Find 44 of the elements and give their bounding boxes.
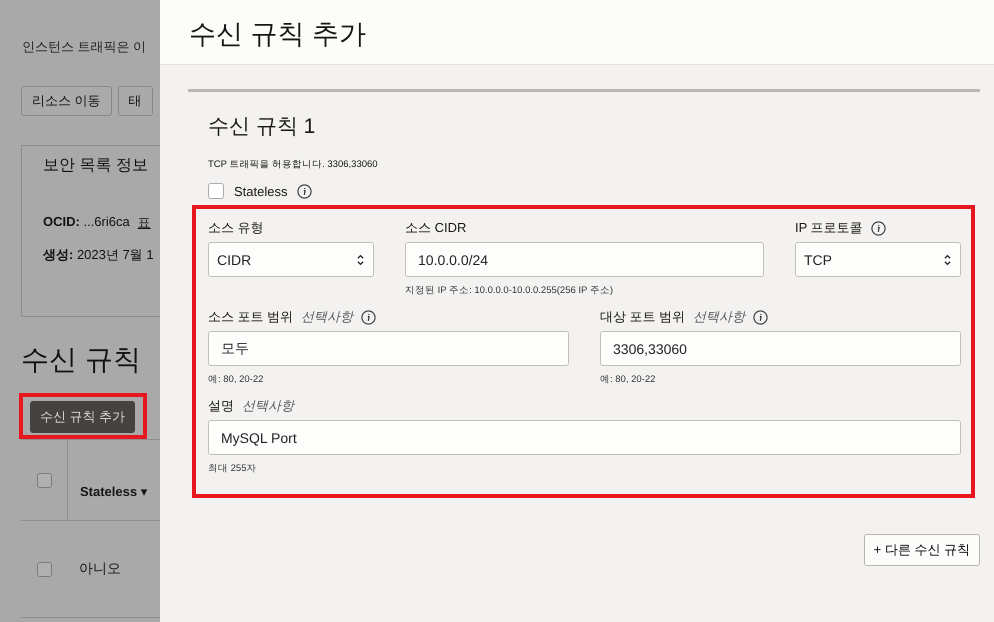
info-icon[interactable] [361, 310, 376, 324]
field-label: 소스 CIDR [405, 219, 466, 237]
optional-label: 선택사항 [301, 308, 354, 326]
description-text: 인스턴스 트래픽은 이 [22, 38, 148, 56]
info-icon[interactable] [297, 184, 312, 198]
toolbar-button[interactable]: 리소스 이동 [21, 86, 112, 116]
checkbox[interactable] [36, 562, 52, 576]
stateless-checkbox[interactable] [208, 183, 224, 199]
table-cell-text: 아니오 [78, 560, 121, 578]
field-label: 소스 포트 범위 [208, 308, 294, 326]
info-icon[interactable] [753, 310, 768, 324]
info-icon[interactable] [870, 220, 886, 236]
field-label: 대상 포트 범위 [600, 308, 686, 326]
add-another-rule-button[interactable]: + 다른 수신 규칙 [864, 534, 980, 566]
ocid-link[interactable]: 표 [138, 214, 151, 232]
section-title: 수신 규칙 [21, 343, 142, 377]
drawer-title: 수신 규칙 추가 [189, 18, 368, 51]
column-header[interactable]: Stateless ▾ [68, 460, 148, 500]
hint-text: 예: 80, 20-22 [600, 373, 656, 386]
add-rule-button[interactable]: 수신 규칙 추가 [30, 401, 136, 433]
input-field[interactable]: MySQL Port [208, 420, 961, 455]
chevron-icon [943, 252, 952, 266]
field-label: 소스 유형 [208, 219, 264, 237]
input-field[interactable]: 10.0.0.0/24 [405, 242, 764, 277]
optional-label: 선택사항 [242, 397, 294, 415]
select-field[interactable]: TCP [795, 242, 961, 277]
field-label: 설명 [208, 397, 234, 415]
optional-label: 선택사항 [693, 308, 746, 326]
input-field[interactable]: 3306,33060 [600, 331, 961, 366]
rule-summary: TCP 트래픽을 허용합니다. 3306,33060 [208, 158, 379, 171]
input-field[interactable]: 모두 [208, 331, 569, 366]
hint-text: 최대 255자 [208, 462, 258, 475]
hint-text: 지정된 IP 주소: 10.0.0.0-10.0.0.255(256 IP 주소) [405, 284, 614, 297]
ocid-text: OCID: ...6ri6ca [43, 214, 130, 231]
field-label: IP 프로토콜 [795, 219, 863, 237]
toolbar-button[interactable]: 태 [118, 86, 153, 116]
created-text: 생성: 2023년 7월 1 [43, 246, 154, 264]
hint-text: 예: 80, 20-22 [208, 373, 264, 386]
chevron-icon [356, 252, 365, 266]
stateless-label: Stateless [234, 184, 288, 198]
select-field[interactable]: CIDR [208, 242, 374, 277]
rule-title: 수신 규칙 1 [208, 114, 316, 140]
card-title: 보안 목록 정보 [43, 156, 149, 176]
checkbox[interactable] [36, 472, 52, 488]
